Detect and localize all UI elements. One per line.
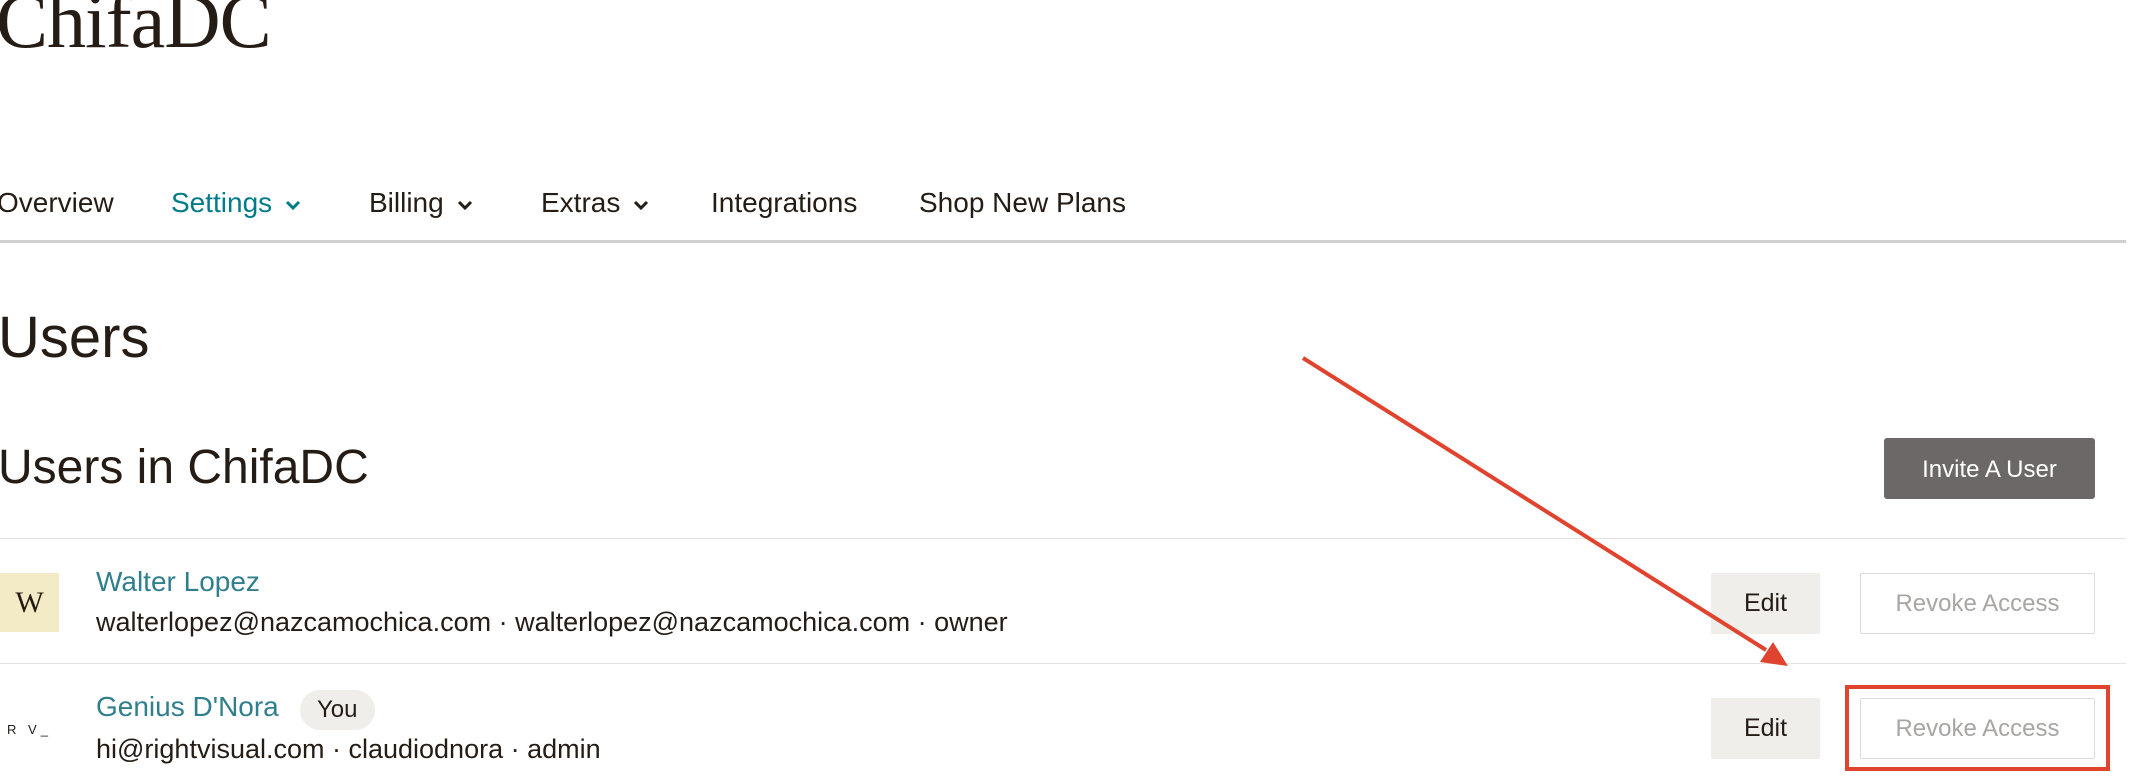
avatar: R V_	[0, 700, 59, 759]
nav-shop-new-plans[interactable]: Shop New Plans	[919, 180, 1126, 226]
chevron-down-icon	[634, 200, 649, 210]
avatar-initial: W	[15, 585, 44, 619]
nav-billing-label: Billing	[369, 187, 444, 218]
avatar-logo: R V_	[7, 722, 52, 737]
nav-overview[interactable]: Overview	[0, 180, 114, 226]
annotation-arrow-icon	[1301, 356, 1788, 666]
chevron-down-icon	[457, 200, 472, 210]
nav-integrations-label: Integrations	[711, 187, 858, 218]
main-nav: Overview Settings Billing Extras Integra…	[0, 180, 2126, 243]
page-title: Users	[0, 305, 150, 370]
nav-settings-label: Settings	[171, 187, 273, 218]
edit-button[interactable]: Edit	[1711, 573, 1820, 634]
highlight-box	[1845, 685, 2110, 771]
nav-shop-new-plans-label: Shop New Plans	[919, 187, 1127, 218]
divider	[0, 663, 2126, 664]
user-meta: walterlopez@nazcamochica.com · walterlop…	[96, 607, 1008, 637]
revoke-access-button[interactable]: Revoke Access	[1860, 573, 2095, 634]
you-badge: You	[300, 690, 375, 730]
user-name-link[interactable]: Walter Lopez	[96, 566, 260, 598]
nav-extras[interactable]: Extras	[541, 180, 654, 226]
user-name-link[interactable]: Genius D'Nora	[96, 691, 279, 723]
chevron-down-icon	[286, 200, 301, 210]
divider	[0, 538, 2126, 539]
account-name: ChifaDC	[0, 0, 272, 64]
invite-user-button[interactable]: Invite A User	[1884, 438, 2095, 499]
avatar: W	[0, 573, 59, 632]
edit-button[interactable]: Edit	[1711, 698, 1820, 759]
user-meta: hi@rightvisual.com · claudiodnora · admi…	[96, 734, 601, 764]
section-title: Users in ChifaDC	[0, 441, 369, 494]
nav-settings[interactable]: Settings	[171, 180, 306, 226]
nav-integrations[interactable]: Integrations	[711, 180, 857, 226]
nav-overview-label: Overview	[0, 187, 114, 218]
nav-billing[interactable]: Billing	[369, 180, 478, 226]
nav-extras-label: Extras	[541, 187, 621, 218]
